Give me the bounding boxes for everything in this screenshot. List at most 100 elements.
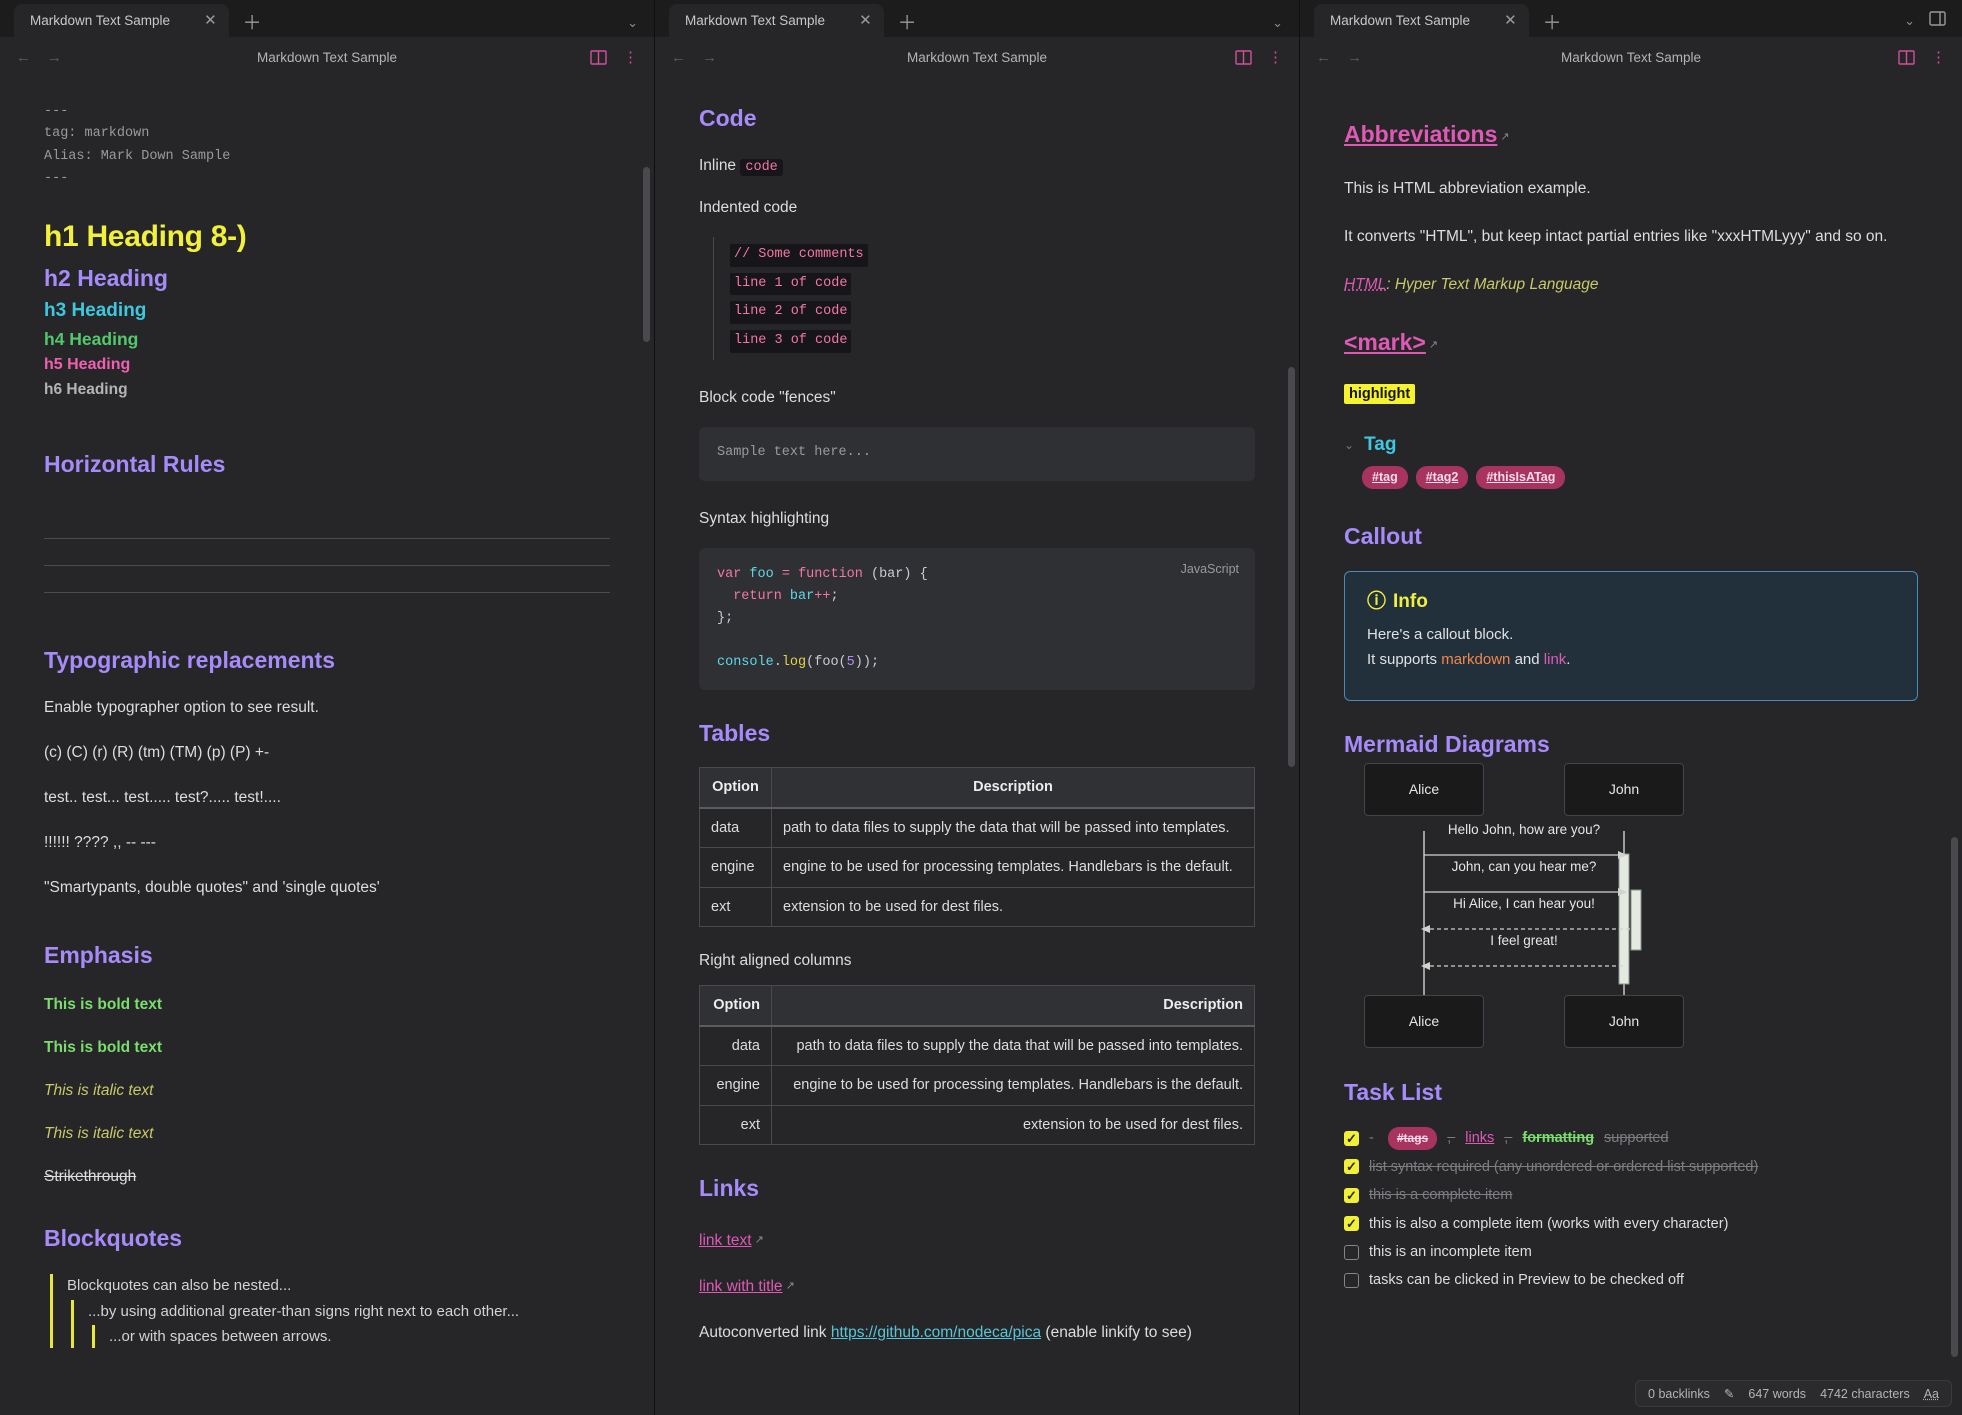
more-options-icon[interactable]: ⋮ [1931, 50, 1946, 65]
section-callout: Callout [1344, 519, 1918, 555]
forward-icon[interactable]: → [702, 49, 717, 66]
external-link-icon: ↗ [755, 1232, 764, 1249]
view-title: Markdown Text Sample [0, 50, 654, 65]
view-actions-1: ⋮ [590, 50, 638, 65]
tab-bar-actions-1: ⌄ [627, 15, 654, 37]
task-item[interactable]: tasks can be clicked in Preview to be ch… [1344, 1269, 1918, 1291]
scrollbar-pane-1[interactable] [643, 167, 650, 342]
abbreviations-heading-wrap: Abbreviations↗ [1344, 117, 1918, 153]
external-link-icon: ↗ [1429, 337, 1438, 354]
tab-bar-3: Markdown Text Sample ✕ ＋ ⌄ [1300, 0, 1962, 37]
tag-item[interactable]: #tag2 [1416, 466, 1469, 489]
view-header-3: ← → Markdown Text Sample ⋮ [1300, 37, 1962, 77]
view-title: Markdown Text Sample [1300, 50, 1962, 65]
tag-item[interactable]: #thisIsATag [1476, 466, 1565, 489]
checkbox-unchecked[interactable] [1344, 1245, 1359, 1260]
table-row: datapath to data files to supply the dat… [700, 1026, 1255, 1066]
checkbox-checked[interactable] [1344, 1131, 1359, 1146]
scrollbar-pane-3[interactable] [1951, 837, 1958, 1357]
add-tab-icon[interactable]: ＋ [1543, 14, 1562, 33]
more-options-icon[interactable]: ⋮ [1268, 50, 1283, 65]
callout-link[interactable]: link [1544, 651, 1567, 668]
typo-intro: Enable typographer option to see result. [44, 696, 610, 720]
token-operator: ++ [814, 589, 830, 604]
chevron-down-icon[interactable]: ⌄ [627, 15, 638, 31]
checkbox-unchecked[interactable] [1344, 1273, 1359, 1288]
task-item[interactable]: this is an incomplete item [1344, 1241, 1918, 1263]
forward-icon[interactable]: → [1347, 49, 1362, 66]
forward-icon[interactable]: → [47, 49, 62, 66]
autoconverted-link[interactable]: https://github.com/nodeca/pica [831, 1324, 1041, 1341]
font-size-toggle[interactable]: Aa [1924, 1387, 1939, 1401]
tag-section-header: ⌄ Tag [1344, 430, 1918, 459]
reading-view-icon[interactable] [1235, 50, 1252, 65]
tag-item[interactable]: #tag [1362, 466, 1408, 489]
section-blockquotes: Blockquotes [44, 1221, 610, 1257]
task-item[interactable]: this is a complete item [1344, 1184, 1918, 1206]
heading-h3: h3 Heading [44, 296, 610, 325]
fence-label: Block code "fences" [699, 386, 1255, 410]
section-abbreviations[interactable]: Abbreviations [1344, 121, 1497, 147]
section-tag: Tag [1364, 430, 1396, 459]
pane-2: Markdown Text Sample ✕ ＋ ⌄ ← → Markdown … [655, 0, 1300, 1415]
link-with-title[interactable]: link with title [699, 1278, 783, 1295]
cell-option: ext [700, 887, 772, 926]
blockquote-level-1: Blockquotes can also be nested... ...by … [50, 1274, 610, 1348]
checkbox-checked[interactable] [1344, 1216, 1359, 1231]
section-task-list: Task List [1344, 1075, 1918, 1111]
nav-arrows-1: ← → [16, 49, 62, 66]
heading-h1: h1 Heading 8-) [44, 214, 610, 261]
typo-line: (c) (C) (r) (R) (tm) (TM) (p) (P) +- [44, 741, 610, 765]
tab-bar-2: Markdown Text Sample ✕ ＋ ⌄ [655, 0, 1299, 37]
tab-markdown-text-sample-3[interactable]: Markdown Text Sample ✕ [1314, 4, 1529, 37]
chevron-down-icon[interactable]: ⌄ [1344, 436, 1354, 455]
more-options-icon[interactable]: ⋮ [623, 50, 638, 65]
word-count: 647 words [1748, 1387, 1806, 1401]
close-icon[interactable]: ✕ [1504, 13, 1517, 28]
chevron-down-icon[interactable]: ⌄ [1904, 13, 1915, 29]
close-icon[interactable]: ✕ [859, 13, 872, 28]
reading-view-icon[interactable] [590, 50, 607, 65]
tab-markdown-text-sample-1[interactable]: Markdown Text Sample ✕ [14, 4, 229, 37]
back-icon[interactable]: ← [1316, 49, 1331, 66]
task-item[interactable]: list syntax required (any unordered or o… [1344, 1156, 1918, 1178]
tab-markdown-text-sample-2[interactable]: Markdown Text Sample ✕ [669, 4, 884, 37]
nav-arrows-2: ← → [671, 49, 717, 66]
close-icon[interactable]: ✕ [204, 13, 217, 28]
task-label: this is an incomplete item [1369, 1241, 1532, 1263]
add-tab-icon[interactable]: ＋ [243, 14, 262, 33]
section-mark[interactable]: <mark> [1344, 329, 1426, 355]
callout-text: . [1566, 651, 1570, 668]
toggle-right-sidebar-icon[interactable] [1929, 11, 1946, 31]
task-item[interactable]: - #tags , links , formatting supported [1344, 1127, 1918, 1150]
token-keyword: function [798, 567, 863, 582]
abbr-term: HTML [1344, 276, 1386, 293]
cell-option: data [700, 1026, 772, 1066]
token-identifier: console [717, 655, 774, 670]
chevron-down-icon[interactable]: ⌄ [1272, 15, 1283, 31]
cell-description: engine to be used for processing templat… [772, 848, 1255, 887]
inline-label: Inline [699, 157, 736, 174]
table-row: engineengine to be used for processing t… [700, 1066, 1255, 1105]
backlinks-count[interactable]: 0 backlinks [1648, 1387, 1710, 1401]
task-link[interactable]: links [1465, 1127, 1494, 1149]
view-actions-3: ⋮ [1898, 50, 1946, 65]
link-text[interactable]: link text [699, 1232, 752, 1249]
back-icon[interactable]: ← [671, 49, 686, 66]
cell-option: data [700, 808, 772, 848]
add-tab-icon[interactable]: ＋ [898, 14, 917, 33]
task-item[interactable]: this is also a complete item (works with… [1344, 1213, 1918, 1235]
scrollbar-pane-2[interactable] [1288, 367, 1295, 767]
abbr-definition: : Hyper Text Markup Language [1386, 276, 1598, 293]
blockquote-line: ...or with spaces between arrows. [109, 1325, 610, 1348]
indented-code-block: // Some comments line 1 of code line 2 o… [713, 237, 1255, 361]
checkbox-checked[interactable] [1344, 1188, 1359, 1203]
reading-view-icon[interactable] [1898, 50, 1915, 65]
back-icon[interactable]: ← [16, 49, 31, 66]
syntax-highlight-block: JavaScriptvar foo = function (bar) { ret… [699, 548, 1255, 689]
task-tag[interactable]: #tags [1388, 1127, 1437, 1150]
frontmatter-line: tag: markdown [44, 123, 610, 145]
column-header: Description [772, 768, 1255, 808]
pencil-icon[interactable]: ✎ [1724, 1386, 1734, 1401]
checkbox-checked[interactable] [1344, 1159, 1359, 1174]
